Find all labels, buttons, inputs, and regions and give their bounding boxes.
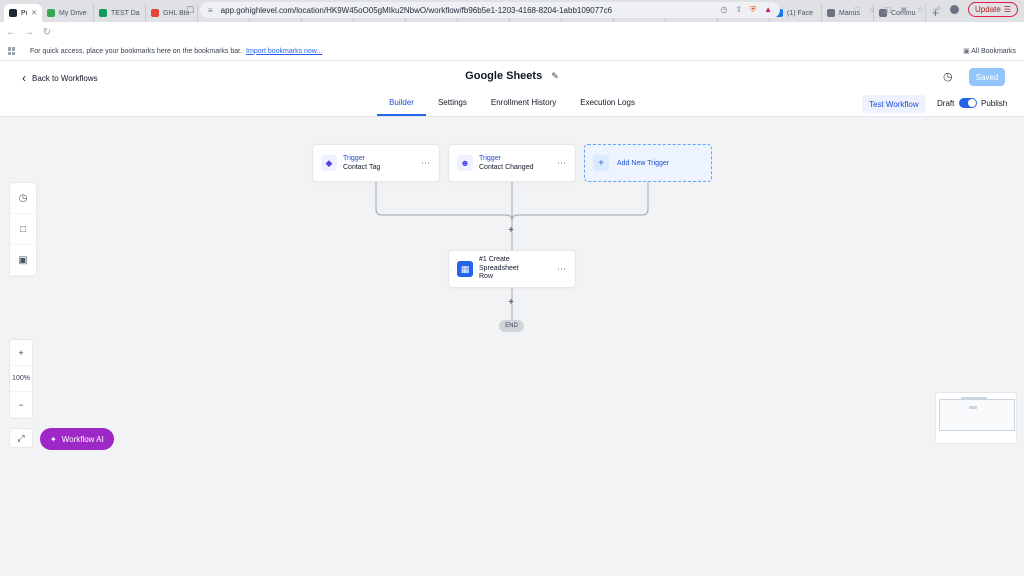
profile-avatar[interactable] (950, 5, 960, 14)
plus-icon: + (593, 155, 609, 171)
share-icon[interactable]: ⇧ (735, 5, 742, 15)
import-bookmarks-link[interactable]: Import bookmarks now... (246, 48, 322, 55)
version-history-icon[interactable]: ◷ (943, 70, 953, 83)
minimap[interactable] (935, 392, 1017, 444)
star-icon[interactable]: ☆ (917, 5, 924, 14)
forward-arrow-icon[interactable]: → (24, 27, 34, 38)
all-bookmarks-button[interactable]: ▣ All Bookmarks (963, 47, 1016, 55)
browser-tab[interactable]: My Drive (42, 4, 94, 22)
url-text: app.gohighlevel.com/location/HK9W45oO05g… (220, 5, 613, 15)
extension-icon[interactable]: □ (855, 5, 860, 14)
note-icon[interactable]: ▣ (9, 245, 37, 276)
favicon-icon (827, 9, 835, 17)
tag-icon: ◆ (321, 155, 337, 171)
site-settings-icon[interactable]: ≡ (208, 6, 213, 15)
browser-tab-label: Prod (21, 9, 28, 17)
tab-enrollment-history[interactable]: Enrollment History (479, 98, 568, 116)
canvas-tool-panel: ◷ □ ▣ (9, 182, 37, 277)
add-step-plus-icon[interactable]: + (508, 225, 514, 236)
browser-tab-label: (1) Face (787, 9, 814, 17)
zoom-controls: + 100% − (9, 339, 33, 419)
music-icon[interactable]: ♫ (869, 5, 875, 14)
saved-button[interactable]: Saved (969, 68, 1005, 86)
trigger-kind: Trigger (479, 155, 501, 162)
vpn-icon[interactable]: ☍ (933, 5, 941, 14)
action-title-line2: Row (479, 273, 494, 281)
action-node-create-spreadsheet-row[interactable]: ▦ #1 Create Spreadsheet Row ⋯ (448, 250, 576, 288)
add-trigger-label: Add New Trigger (617, 159, 670, 167)
workflow-header: ‹ Back to Workflows Google Sheets ✎ ◷ Sa… (0, 61, 1024, 117)
favicon-icon (99, 9, 107, 17)
apps-grid-icon[interactable] (8, 47, 16, 55)
browser-address-bar: ← → ↻ (0, 22, 1024, 42)
trigger-name: Contact Tag (343, 164, 381, 171)
favicon-icon (151, 9, 159, 17)
workflow-title: Google Sheets (465, 70, 543, 82)
trigger-kind: Trigger (343, 155, 365, 162)
zoom-in-button[interactable]: + (10, 340, 32, 366)
all-bookmarks-label: All Bookmarks (971, 48, 1016, 55)
zoom-level: 100% (10, 366, 32, 392)
add-step-plus-icon[interactable]: + (508, 297, 514, 308)
browser-tab-label: TEST Da (111, 9, 140, 17)
zoom-out-button[interactable]: − (10, 392, 32, 418)
back-arrow-icon[interactable]: ← (6, 27, 16, 38)
close-tab-icon[interactable]: ✕ (31, 9, 37, 17)
pencil-icon[interactable]: ✎ (551, 71, 559, 81)
favicon-icon (9, 9, 17, 17)
folder-icon: ▣ (963, 48, 970, 55)
update-label: Update (975, 5, 1001, 14)
tab-execution-logs[interactable]: Execution Logs (568, 98, 647, 116)
favicon-icon (47, 9, 55, 17)
tab-settings[interactable]: Settings (426, 98, 479, 116)
minimap-viewport (939, 399, 1015, 431)
publish-toggle[interactable] (959, 98, 977, 108)
browser-toolbar-right: □ ♫ ◫ ▣ ☆ ☍ Update ☰ (855, 2, 1018, 17)
test-workflow-button[interactable]: Test Workflow (862, 95, 926, 113)
contact-icon: ☻ (457, 155, 473, 171)
workflow-ai-button[interactable]: ✦ Workflow AI (40, 428, 114, 450)
publish-label: Publish (981, 99, 1008, 108)
comment-icon[interactable]: □ (9, 214, 37, 245)
browser-tab[interactable]: TEST Da (94, 4, 146, 22)
action-title-line1: #1 Create Spreadsheet (479, 256, 519, 272)
url-field[interactable]: ≡ app.gohighlevel.com/location/HK9W45oO0… (200, 2, 780, 18)
brave-shield-icon[interactable]: ⛨ (750, 5, 756, 15)
sidebar-icon[interactable]: ◫ (884, 5, 892, 14)
end-marker: END (499, 320, 524, 332)
trigger-node-contact-tag[interactable]: ◆ Trigger Contact Tag ⋯ (312, 144, 440, 182)
minimap-action-node (969, 406, 977, 409)
wallet-icon[interactable]: ▣ (900, 5, 908, 14)
workflow-ai-label: Workflow AI (61, 434, 104, 444)
toggle-knob (968, 99, 976, 107)
tab-builder[interactable]: Builder (377, 98, 426, 116)
more-options-icon[interactable]: ⋯ (421, 158, 431, 169)
browser-tab[interactable]: Prod✕ (4, 4, 42, 22)
workflow-title-container: Google Sheets ✎ (0, 70, 1024, 82)
brave-rewards-icon[interactable]: ▲ (764, 5, 772, 15)
minimap-trigger-row (961, 397, 987, 400)
trigger-node-contact-changed[interactable]: ☻ Trigger Contact Changed ⋯ (448, 144, 576, 182)
sheets-icon: ▦ (457, 261, 473, 277)
workflow-canvas[interactable]: ◆ Trigger Contact Tag ⋯ ☻ Trigger Contac… (0, 117, 1024, 576)
bookmarks-hint: For quick access, place your bookmarks h… (30, 47, 243, 55)
browser-tab-label: My Drive (59, 9, 87, 17)
update-button[interactable]: Update ☰ (968, 2, 1018, 17)
add-new-trigger-button[interactable]: + Add New Trigger (584, 144, 712, 182)
menu-icon: ☰ (1003, 5, 1011, 14)
bookmark-icon[interactable]: ☐ (186, 5, 194, 16)
clock-icon[interactable]: ◷ (9, 183, 37, 214)
more-options-icon[interactable]: ⋯ (557, 264, 567, 275)
more-options-icon[interactable]: ⋯ (557, 158, 567, 169)
draft-label: Draft (937, 99, 955, 108)
sparkle-icon: ✦ (50, 434, 57, 444)
trigger-name: Contact Changed (479, 164, 534, 171)
reload-icon[interactable]: ↻ (42, 27, 52, 38)
bookmarks-bar: For quick access, place your bookmarks h… (0, 42, 1024, 61)
connector-lines (375, 181, 649, 321)
fit-view-icon[interactable]: ⤢ (9, 428, 33, 448)
history-icon[interactable]: ◷ (720, 5, 727, 15)
